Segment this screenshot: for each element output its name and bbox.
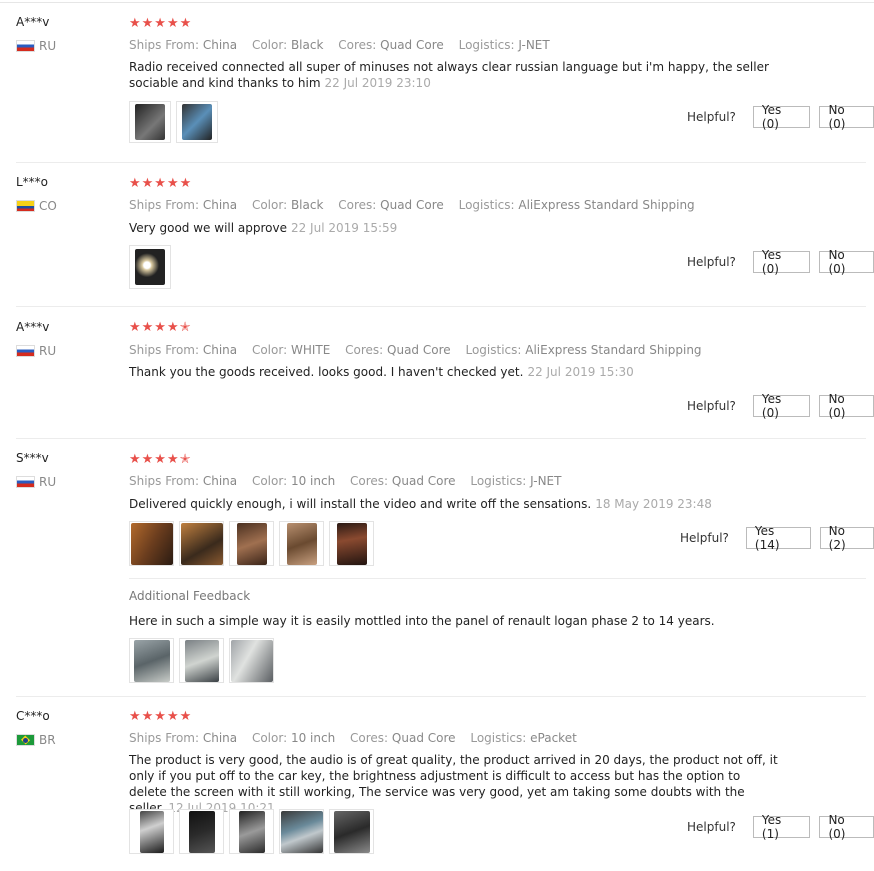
flag-co-icon [16,200,35,212]
divider [16,306,866,307]
review-photo[interactable] [129,809,174,854]
review-date: 22 Jul 2019 15:59 [290,221,398,235]
helpful-yes-button[interactable]: Yes (0) [752,392,811,420]
reviewer-name: A***v [16,320,50,334]
review-text: The product is very good, the audio is o… [129,753,778,815]
review-photo[interactable] [129,245,171,289]
helpful-no-button[interactable]: No (0) [819,103,874,131]
review-photos [129,809,374,854]
review-photo[interactable] [279,521,324,566]
divider [16,162,866,163]
review-text: Thank you the goods received. looks good… [129,365,634,379]
star-rating: ★★★★✭ [129,320,192,335]
review-date: 22 Jul 2019 15:30 [527,365,634,379]
review-text: Very good we will approve 22 Jul 2019 15:… [129,221,398,235]
helpful-vote: Helpful? Yes (0) No (0) [687,248,874,276]
helpful-vote: Helpful? Yes (14) No (2) [680,524,874,552]
star-rating: ★★★★★ [129,176,193,191]
reviewer-name: C***o [16,709,50,723]
flag-ru-icon [16,476,35,488]
flag-ru-icon [16,40,35,52]
review-photo[interactable] [179,521,224,566]
divider [16,696,866,697]
review-photo[interactable] [179,809,224,854]
review-attributes: Ships From: China Color: Black Cores: Qu… [129,198,695,212]
star-rating: ★★★★✭ [129,452,192,467]
top-divider [0,2,874,3]
helpful-yes-button[interactable]: Yes (0) [752,248,811,276]
helpful-no-button[interactable]: No (0) [819,248,874,276]
review-date: 18 May 2019 23:48 [595,497,712,511]
helpful-no-button[interactable]: No (0) [819,392,874,420]
review-photo[interactable] [329,809,374,854]
helpful-yes-button[interactable]: Yes (14) [745,524,811,552]
helpful-yes-button[interactable]: Yes (0) [752,103,811,131]
reviewer-country: CO [16,199,57,213]
reviewer-country: RU [16,344,56,358]
star-rating: ★★★★★ [129,16,193,31]
reviewer-country: BR [16,733,56,747]
review-photo[interactable] [176,101,218,143]
additional-feedback-label: Additional Feedback [129,589,251,603]
review-text: Delivered quickly enough, i will install… [129,497,712,511]
review-photos [129,521,374,566]
divider [129,578,866,579]
review-attributes: Ships From: China Color: WHITE Cores: Qu… [129,343,702,357]
flag-ru-icon [16,345,35,357]
helpful-no-button[interactable]: No (0) [819,813,874,841]
helpful-no-button[interactable]: No (2) [819,524,874,552]
flag-br-icon [16,734,35,746]
review-photo[interactable] [329,521,374,566]
additional-photos [129,638,274,683]
review-date: 22 Jul 2019 23:10 [324,76,431,90]
reviewer-country: RU [16,39,56,53]
review-photo[interactable] [229,809,274,854]
review-attributes: Ships From: China Color: Black Cores: Qu… [129,38,550,52]
additional-feedback-text: Here in such a simple way it is easily m… [129,614,715,628]
review-photo[interactable] [129,101,171,143]
review-photo[interactable] [279,809,324,854]
review-attributes: Ships From: China Color: 10 inch Cores: … [129,474,562,488]
review-photo[interactable] [229,638,274,683]
review-photo[interactable] [129,638,174,683]
reviewer-name: L***o [16,175,49,189]
reviewer-name: S***v [16,451,49,465]
review-photo[interactable] [179,638,224,683]
divider [16,438,866,439]
review-photo[interactable] [129,521,174,566]
review-photo[interactable] [229,521,274,566]
helpful-vote: Helpful? Yes (0) No (0) [687,392,874,420]
star-rating: ★★★★★ [129,709,193,724]
review-photos [129,245,171,289]
reviewer-name: A***v [16,15,50,29]
review-attributes: Ships From: China Color: 10 inch Cores: … [129,731,577,745]
helpful-vote: Helpful? Yes (0) No (0) [687,103,874,131]
review-text: Radio received connected all super of mi… [129,60,769,90]
review-photos [129,101,218,143]
reviewer-country: RU [16,475,56,489]
helpful-yes-button[interactable]: Yes (1) [752,813,811,841]
helpful-vote: Helpful? Yes (1) No (0) [687,813,874,841]
